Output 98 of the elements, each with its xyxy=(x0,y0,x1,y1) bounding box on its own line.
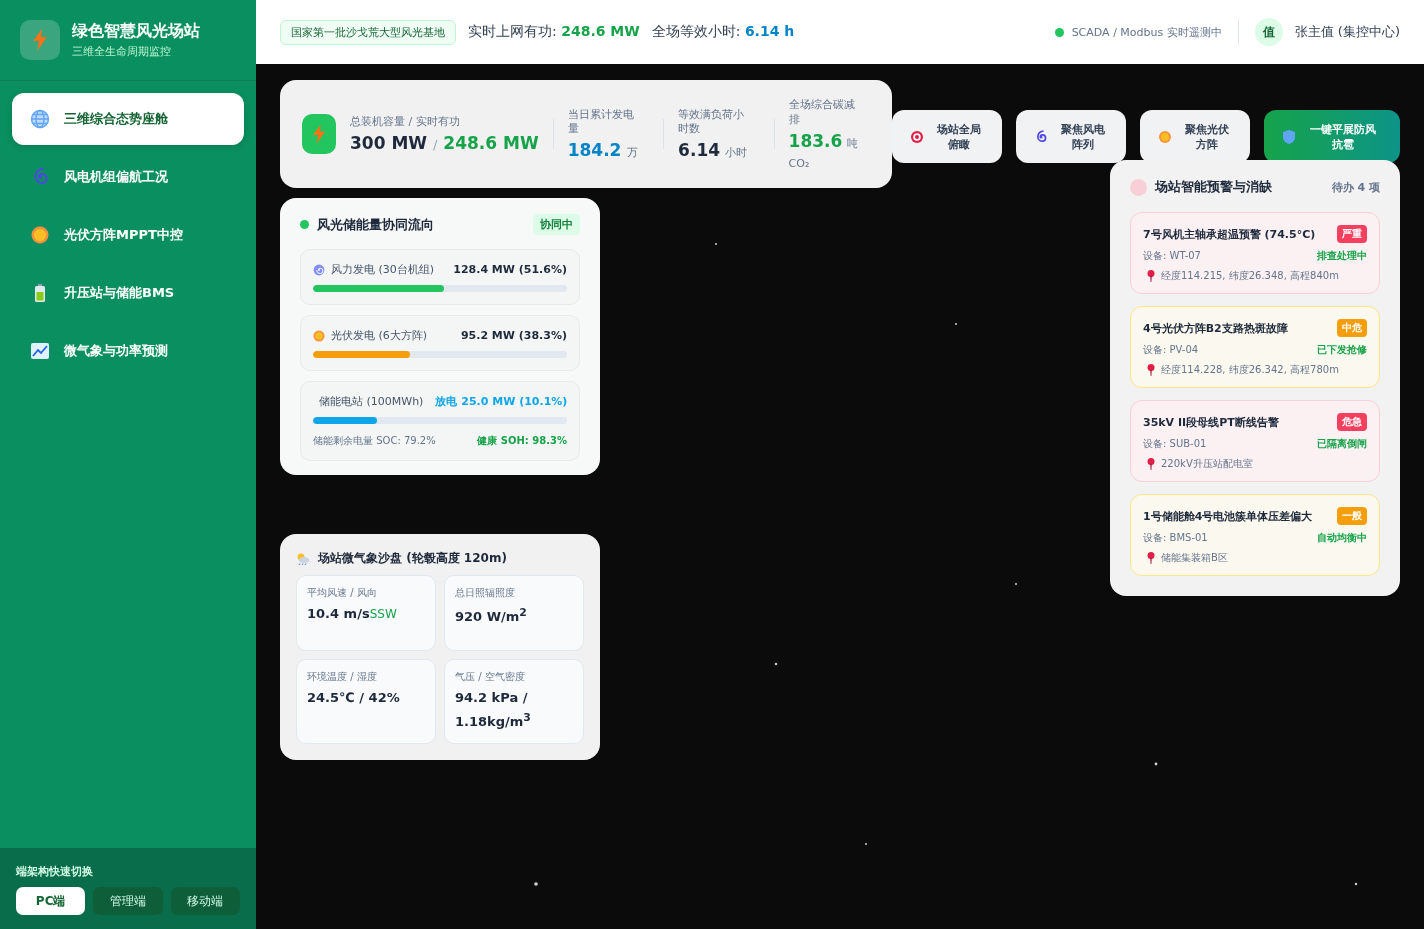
alert-card[interactable]: 4号光伏方阵B2支路热斑故障 中危 设备: PV-04 已下发抢修 经度114.228, 纬度26.342, 高程780m xyxy=(1130,306,1380,388)
card-title: 场站智能预警与消缺 xyxy=(1155,178,1272,196)
severity-badge: 严重 xyxy=(1337,225,1367,243)
soh-text: 健康 SOH: 98.3% xyxy=(477,434,567,448)
pin-icon xyxy=(1147,364,1155,376)
device-id: 设备: BMS-01 xyxy=(1143,531,1208,545)
user-name: 张主值 (集控中心) xyxy=(1294,23,1400,41)
status-dot xyxy=(300,220,309,229)
card-title: 风光储能量协同流向 xyxy=(317,215,434,234)
bolt-icon xyxy=(302,114,336,154)
device-id: 设备: SUB-01 xyxy=(1143,437,1207,451)
app-title: 绿色智慧风光场站 xyxy=(72,21,200,42)
sun-icon xyxy=(313,329,325,342)
power-reading: 95.2 MW (38.3%) xyxy=(460,329,567,342)
stat-note: CO₂ xyxy=(788,156,811,170)
weather-value: 920 W/m$^{2}$ xyxy=(455,605,528,627)
metric-value: 248.6 MW xyxy=(561,23,640,39)
sun-icon xyxy=(1158,129,1172,144)
nav-item[interactable]: 风电机组偏航工况 xyxy=(12,151,244,203)
status-text: SCADA / Modbus 实时遥测中 xyxy=(1071,24,1222,40)
shield-icon xyxy=(1283,129,1295,144)
sun-icon xyxy=(30,225,50,245)
device-id: 设备: WT-07 xyxy=(1143,249,1201,263)
alert-title: 7号风机主轴承超温预警 (74.5°C) xyxy=(1143,226,1316,242)
severity-badge: 危急 xyxy=(1337,413,1367,431)
stat-label: 全场综合碳减排 xyxy=(788,98,856,127)
logo-icon xyxy=(20,20,60,60)
stat-label: 总装机容量 / 实时有功 xyxy=(350,114,461,130)
device-id: 设备: PV-04 xyxy=(1143,343,1199,357)
status-tag: 协同中 xyxy=(533,214,580,235)
nav-item[interactable]: 光伏方阵MPPT中控 xyxy=(12,209,244,261)
alert-status: 已下发抢修 xyxy=(1317,343,1367,357)
weather-label: 总日照辐照度 xyxy=(455,586,516,600)
app-subtitle: 三维全生命周期监控 xyxy=(72,44,172,59)
nav-item[interactable]: 三维综合态势座舱 xyxy=(12,93,244,145)
stat-label: 等效满负荷小时数 xyxy=(678,107,746,137)
source-label: 风力发电 (30台机组) xyxy=(331,262,435,277)
stat-value: 184.2 xyxy=(567,140,622,161)
alert-title: 35kV II段母线PT断线告警 xyxy=(1143,414,1279,430)
weather-value: 24.5℃ / 42% xyxy=(307,689,401,707)
metric-label: 全场等效小时: xyxy=(651,23,741,39)
chart-icon xyxy=(30,341,50,361)
todo-count: 待办 4 项 xyxy=(1331,179,1380,195)
alert-status: 排查处理中 xyxy=(1317,249,1367,263)
soc-text: 储能剩余电量 SOC: 79.2% xyxy=(313,434,436,448)
base-badge: 国家第一批沙戈荒大型风光基地 xyxy=(280,19,456,45)
weather-icon xyxy=(296,552,310,565)
power-reading: 128.4 MW (51.6%) xyxy=(453,263,567,276)
globe-icon xyxy=(30,109,50,129)
switcher-title: 端架构快速切换 xyxy=(16,864,94,879)
view-button[interactable]: 一键平展防风抗雹 xyxy=(1264,110,1400,163)
stat-value: 183.6 xyxy=(788,130,843,151)
alert-title: 4号光伏方阵B2支路热斑故障 xyxy=(1143,320,1288,336)
weather-label: 气压 / 空气密度 xyxy=(455,670,526,684)
mode-button[interactable]: 管理端 xyxy=(93,887,163,915)
pin-icon xyxy=(1147,270,1155,282)
metric-value: 6.14 h xyxy=(744,23,795,39)
view-button[interactable]: 聚焦光伏方阵 xyxy=(1140,110,1250,163)
card-title: 场站微气象沙盘 (轮毂高度 120m) xyxy=(318,550,507,567)
alert-card[interactable]: 7号风机主轴承超温预警 (74.5°C) 严重 设备: WT-07 排查处理中 经度114.215, 纬度26.348, 高程840m xyxy=(1130,212,1380,294)
mode-button[interactable]: 移动端 xyxy=(170,887,240,915)
stat-unit: 万 xyxy=(626,146,638,160)
alert-title: 1号储能舱4号电池簇单体压差偏大 xyxy=(1143,508,1313,524)
stat-value: 6.14 xyxy=(678,140,721,161)
nav-item[interactable]: 微气象与功率预测 xyxy=(12,325,244,377)
mode-button[interactable]: PC端 xyxy=(16,887,86,915)
weather-value: 94.2 kPa / 1.18kg/m$^{3}$ xyxy=(455,689,532,732)
alert-location: 储能集装箱B区 xyxy=(1161,551,1228,565)
severity-badge: 一般 xyxy=(1337,507,1367,525)
source-label: 储能电站 (100MWh) xyxy=(319,394,424,409)
stat-unit: 小时 xyxy=(725,146,748,160)
weather-label: 平均风速 / 风向 xyxy=(307,586,378,600)
view-button[interactable]: 聚焦风电阵列 xyxy=(1016,110,1126,163)
alert-status: 已隔离倒闸 xyxy=(1317,437,1367,451)
spiral-icon xyxy=(313,263,325,276)
pin-icon xyxy=(1147,552,1155,564)
metric-label: 实时上网有功: xyxy=(468,23,557,39)
pin-icon xyxy=(1147,458,1155,470)
severity-badge: 中危 xyxy=(1337,319,1367,337)
alert-location: 经度114.228, 纬度26.342, 高程780m xyxy=(1161,363,1339,377)
stat-label: 当日累计发电量 xyxy=(567,107,635,137)
spiral-icon xyxy=(1034,129,1048,144)
target-icon xyxy=(910,129,924,144)
source-label: 光伏发电 (6大方阵) xyxy=(331,328,428,343)
power-reading: 放电 25.0 MW (10.1%) xyxy=(435,394,568,409)
alert-location: 220kV升压站配电室 xyxy=(1161,457,1253,471)
stat-unit: 吨 xyxy=(847,136,859,150)
stat-value: 300 MW / 248.6 MW xyxy=(350,133,539,154)
alert-dot xyxy=(1130,178,1147,196)
weather-label: 环境温度 / 湿度 xyxy=(307,670,378,684)
nav-item[interactable]: 升压站与储能BMS xyxy=(12,267,244,319)
alert-card[interactable]: 1号储能舱4号电池簇单体压差偏大 一般 设备: BMS-01 自动均衡中 储能集装箱B区 xyxy=(1130,494,1380,576)
user-avatar[interactable]: 值 xyxy=(1254,18,1283,46)
alert-location: 经度114.215, 纬度26.348, 高程840m xyxy=(1161,269,1339,283)
view-button[interactable]: 场站全局俯瞰 xyxy=(892,110,1002,163)
alert-status: 自动均衡中 xyxy=(1317,531,1367,545)
alert-card[interactable]: 35kV II段母线PT断线告警 危急 设备: SUB-01 已隔离倒闸 220kV升压站配电室 xyxy=(1130,400,1380,482)
weather-value: 10.4 m/sSSW xyxy=(307,605,398,623)
